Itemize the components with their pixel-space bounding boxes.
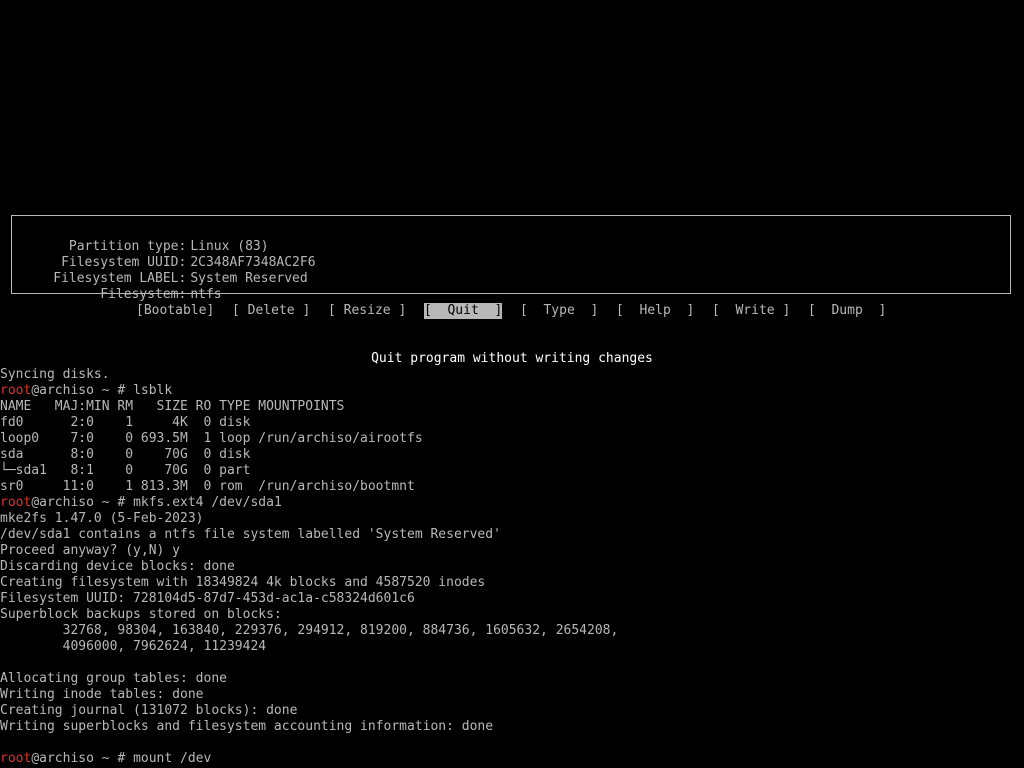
output-line: sr0 11:0 1 813.3M 0 rom /run/archiso/boo… (0, 479, 415, 494)
command-text: mount /dev (133, 751, 212, 766)
partition-type-row: Partition type: Linux (83) (12, 223, 269, 254)
write-button[interactable]: [ Write ] (712, 303, 790, 319)
filesystem-key: Filesystem: (100, 287, 187, 302)
output-line: /dev/sda1 contains a ntfs file system la… (0, 527, 501, 542)
filesystem-row: Filesystem: ntfs (12, 271, 221, 302)
output-line: Syncing disks. (0, 367, 110, 382)
output-line: Superblock backups stored on blocks: (0, 607, 282, 622)
output-line: Filesystem UUID: 728104d5-87d7-453d-ac1a… (0, 591, 415, 606)
help-button[interactable]: [ Help ] (616, 303, 694, 319)
type-button[interactable]: [ Type ] (520, 303, 598, 319)
output-line: └─sda1 8:1 0 70G 0 part (0, 463, 251, 478)
output-line: Proceed anyway? (y,N) y (0, 543, 181, 558)
prompt-user: root (0, 383, 32, 398)
quit-button[interactable]: [ Quit ] (424, 303, 503, 319)
prompt-host: @archiso ~ # (31, 751, 134, 766)
partition-info-box: Partition type: Linux (83) Filesystem UUI… (11, 215, 1011, 302)
output-line: fd0 2:0 1 4K 0 disk (0, 415, 251, 430)
command-text: lsblk (133, 383, 173, 398)
filesystem-value: ntfs (190, 287, 222, 302)
dump-button[interactable]: [ Dump ] (808, 303, 886, 319)
prompt-user: root (0, 751, 32, 766)
filesystem-uuid-row: Filesystem UUID: 2C348AF7348AC2F6 (12, 239, 315, 270)
resize-button[interactable]: [ Resize ] (328, 303, 406, 319)
menu-hint: Quit program without writing changes (371, 351, 653, 366)
output-line: sda 8:0 0 70G 0 disk (0, 447, 251, 462)
prompt-host: @archiso ~ # (31, 383, 134, 398)
output-line: mke2fs 1.47.0 (5-Feb-2023) (0, 511, 204, 526)
prompt-line: root@archiso ~ # mount /dev (0, 751, 211, 767)
cfdisk-menu: [Bootable] [ Delete ] [ Resize ] [ Quit … (136, 303, 886, 319)
output-line: Discarding device blocks: done (0, 559, 235, 574)
output-line: 32768, 98304, 163840, 229376, 294912, 81… (0, 623, 619, 638)
output-line: loop0 7:0 0 693.5M 1 loop /run/archiso/a… (0, 431, 423, 446)
output-line: Creating journal (131072 blocks): done (0, 703, 298, 718)
output-line: 4096000, 7962624, 11239424 (0, 639, 267, 654)
prompt-host: @archiso ~ # (31, 495, 134, 510)
delete-button[interactable]: [ Delete ] (232, 303, 310, 319)
output-line: Writing superblocks and filesystem accou… (0, 719, 494, 734)
output-line: Writing inode tables: done (0, 687, 204, 702)
output-line: Creating filesystem with 18349824 4k blo… (0, 575, 486, 590)
bootable-button[interactable]: [Bootable] (136, 303, 214, 319)
command-text: mkfs.ext4 /dev/sda1 (133, 495, 282, 510)
filesystem-label-row: Filesystem LABEL: System Reserved (12, 255, 307, 286)
output-line: NAME MAJ:MIN RM SIZE RO TYPE MOUNTPOINTS (0, 399, 345, 414)
prompt-line: root@archiso ~ # lsblk (0, 383, 172, 399)
output-line: Allocating group tables: done (0, 671, 227, 686)
prompt-line: root@archiso ~ # mkfs.ext4 /dev/sda1 (0, 495, 282, 511)
prompt-user: root (0, 495, 32, 510)
